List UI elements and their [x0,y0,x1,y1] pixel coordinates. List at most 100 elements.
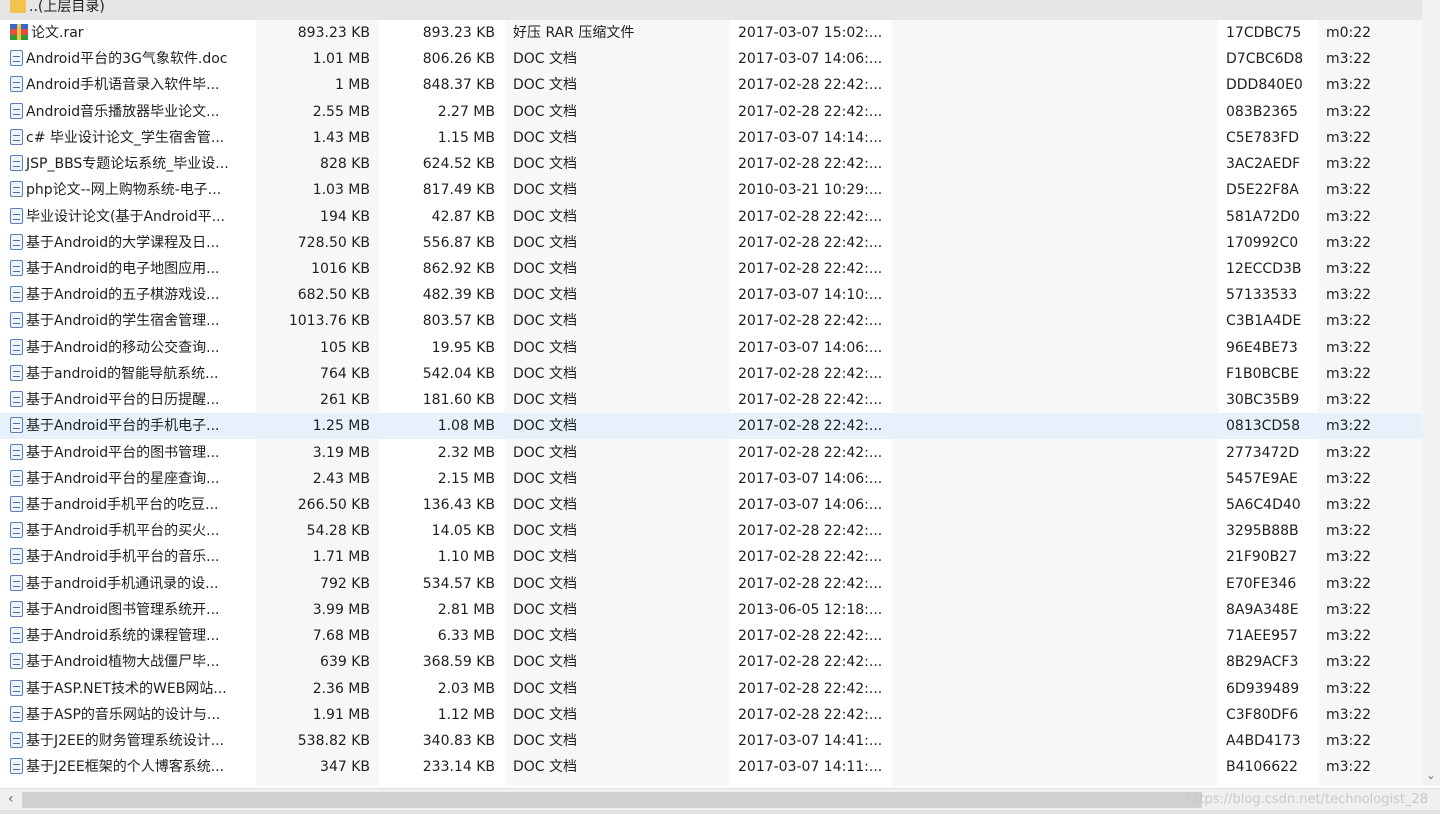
doc-file-icon [10,548,23,565]
file-size-cell: 1.25 MB [312,418,370,435]
crc-cell: 6D939489 [1226,680,1300,697]
file-row[interactable]: 基于Android系统的课程管理... 7.68 MB 6.33 MB DOC 文档 2… [0,623,1422,649]
folder-icon [10,0,26,13]
file-size-cell: 1 MB [334,77,370,94]
packed-size-cell: 368.59 KB [422,654,495,671]
crc-cell: C3B1A4DE [1226,313,1302,330]
file-name: 基于Android的五子棋游戏设... [26,287,220,304]
file-row[interactable]: 基于Android手机平台的买火... 54.28 KB 14.05 KB DOC 文… [0,518,1422,544]
file-row[interactable]: 基于Android植物大战僵尸毕... 639 KB 368.59 KB DOC 文档… [0,649,1422,675]
crc-cell: 170992C0 [1226,234,1299,251]
file-row[interactable]: 基于J2EE的财务管理系统设计... 538.82 KB 340.83 KB DOC … [0,728,1422,754]
file-name-cell: 基于ASP.NET技术的WEB网站... [10,676,255,702]
file-type-cell: DOC 文档 [513,732,578,749]
file-row[interactable]: 基于Android的大学课程及日... 728.50 KB 556.87 KB DOC… [0,230,1422,256]
file-size-cell: 261 KB [320,392,370,409]
vertical-scrollbar[interactable]: ⌄ [1422,0,1440,786]
file-row[interactable]: Android平台的3G气象软件.doc 1.01 MB 806.26 KB DOC … [0,46,1422,72]
file-name-cell: 基于Android的学生宿舍管理... [10,308,255,334]
file-name: Android平台的3G气象软件.doc [26,51,228,68]
version-cell: m3:22 [1326,549,1372,566]
modified-date-cell: 2017-03-07 14:06:... [738,496,883,513]
file-row[interactable]: Android手机语音录入软件毕... 1 MB 848.37 KB DOC 文档 20… [0,72,1422,98]
file-type-cell: DOC 文档 [513,129,578,146]
packed-size-cell: 136.43 KB [422,496,495,513]
file-name: 论文.rar [31,25,84,41]
modified-date-cell: 2017-02-28 22:42:... [738,156,883,173]
file-row[interactable]: 毕业设计论文(基于Android平... 194 KB 42.87 KB DOC 文档… [0,204,1422,230]
file-row[interactable]: 基于android手机平台的吃豆... 266.50 KB 136.43 KB DOC… [0,492,1422,518]
file-row[interactable]: c# 毕业设计论文_学生宿舍管... 1.43 MB 1.15 MB DOC 文档 20… [0,125,1422,151]
file-row[interactable]: 基于ASP的音乐网站的设计与... 1.91 MB 1.12 MB DOC 文档 201… [0,702,1422,728]
version-cell: m3:22 [1326,339,1372,356]
file-type-cell: DOC 文档 [513,103,578,120]
file-name: php论文--网上购物系统-电子... [26,182,222,199]
horizontal-scrollbar-thumb[interactable] [22,792,1202,808]
file-row[interactable]: 基于ASP.NET技术的WEB网站... 2.36 MB 2.03 MB DOC 文档… [0,676,1422,702]
parent-directory-label: ..(上层目录) [29,0,105,15]
file-row[interactable]: Android音乐播放器毕业论文... 2.55 MB 2.27 MB DOC 文档 2… [0,99,1422,125]
file-name: 基于Android的大学课程及日... [26,234,220,251]
crc-cell: 8A9A348E [1226,601,1299,618]
file-name-cell: 基于Android的电子地图应用... [10,256,255,282]
crc-cell: 71AEE957 [1226,628,1298,645]
file-row[interactable]: JSP_BBS专题论坛系统_毕业设... 828 KB 624.52 KB DOC 文… [0,151,1422,177]
doc-file-icon [10,705,23,722]
file-row[interactable]: 基于android的智能导航系统... 764 KB 542.04 KB DOC 文档… [0,361,1422,387]
modified-date-cell: 2017-02-28 22:42:... [738,575,883,592]
crc-cell: F1B0BCBE [1226,365,1300,382]
packed-size-cell: 556.87 KB [422,234,495,251]
scroll-left-arrow-icon[interactable]: ‹ [8,791,14,807]
file-row[interactable]: 基于Android图书管理系统开... 3.99 MB 2.81 MB DOC 文档 2… [0,597,1422,623]
modified-date-cell: 2017-03-07 14:10:... [738,287,883,304]
file-row[interactable]: 基于Android平台的星座查询... 2.43 MB 2.15 MB DOC 文档 2… [0,466,1422,492]
crc-cell: 57133533 [1226,287,1298,304]
modified-date-cell: 2017-02-28 22:42:... [738,706,883,723]
file-size-cell: 1.01 MB [312,51,370,68]
parent-directory-row[interactable]: ..(上层目录) [0,0,1422,20]
version-cell: m3:22 [1326,496,1372,513]
version-cell: m3:22 [1326,523,1372,540]
file-name: 基于ASP.NET技术的WEB网站... [26,680,227,697]
file-row[interactable]: 基于J2EE框架的个人博客系统... 347 KB 233.14 KB DOC 文档 2… [0,754,1422,780]
doc-file-icon [10,627,23,644]
doc-file-icon [10,50,23,67]
file-row[interactable]: 基于Android的五子棋游戏设... 682.50 KB 482.39 KB DOC… [0,282,1422,308]
modified-date-cell: 2017-02-28 22:42:... [738,549,883,566]
doc-file-icon [10,679,23,696]
crc-cell: D7CBC6D8 [1226,51,1304,68]
packed-size-cell: 803.57 KB [422,313,495,330]
file-type-cell: DOC 文档 [513,77,578,94]
file-row[interactable]: 基于Android的电子地图应用... 1016 KB 862.92 KB DOC 文… [0,256,1422,282]
crc-cell: 3295B88B [1226,523,1299,540]
file-row[interactable]: 论文.rar 893.23 KB 893.23 KB 好压 RAR 压缩文件 2017-… [0,20,1422,46]
version-cell: m3:22 [1326,706,1372,723]
packed-size-cell: 233.14 KB [422,759,495,776]
horizontal-scrollbar[interactable]: ‹ https://blog.csdn.net/technologist_28 [0,788,1440,811]
file-row[interactable]: 基于Android平台的手机电子... 1.25 MB 1.08 MB DOC 文档 2… [0,413,1422,440]
crc-cell: 12ECCD3B [1226,260,1302,277]
crc-cell: C5E783FD [1226,129,1300,146]
file-row[interactable]: 基于Android平台的日历提醒... 261 KB 181.60 KB DOC 文档… [0,387,1422,413]
file-size-cell: 1.91 MB [312,706,370,723]
file-type-cell: DOC 文档 [513,575,578,592]
file-row[interactable]: 基于Android手机平台的音乐... 1.71 MB 1.10 MB DOC 文档 2… [0,544,1422,570]
file-row[interactable]: 基于Android的移动公交查询... 105 KB 19.95 KB DOC 文档 2… [0,335,1422,361]
modified-date-cell: 2017-02-28 22:42:... [738,365,883,382]
file-name-cell: 基于ASP的音乐网站的设计与... [10,702,255,728]
crc-cell: E70FE346 [1226,575,1297,592]
file-type-cell: DOC 文档 [513,601,578,618]
file-name-cell: 基于Android平台的手机电子... [10,413,255,439]
file-row[interactable]: 基于Android平台的图书管理... 3.19 MB 2.32 MB DOC 文档 2… [0,440,1422,466]
modified-date-cell: 2017-02-28 22:42:... [738,392,883,409]
file-size-cell: 266.50 KB [297,496,370,513]
file-row[interactable]: 基于android手机通讯录的设... 792 KB 534.57 KB DOC 文档… [0,571,1422,597]
scroll-down-arrow-icon[interactable]: ⌄ [1424,769,1438,782]
file-type-cell: DOC 文档 [513,444,578,461]
file-name-cell: 基于Android的五子棋游戏设... [10,282,255,308]
file-name-cell: 基于android手机通讯录的设... [10,571,255,597]
file-row[interactable]: 基于Android的学生宿舍管理... 1013.76 KB 803.57 KB DO… [0,308,1422,334]
rar-archive-icon [10,24,28,40]
file-name: 基于J2EE框架的个人博客系统... [26,759,225,776]
file-row[interactable]: php论文--网上购物系统-电子... 1.03 MB 817.49 KB DOC 文… [0,177,1422,203]
